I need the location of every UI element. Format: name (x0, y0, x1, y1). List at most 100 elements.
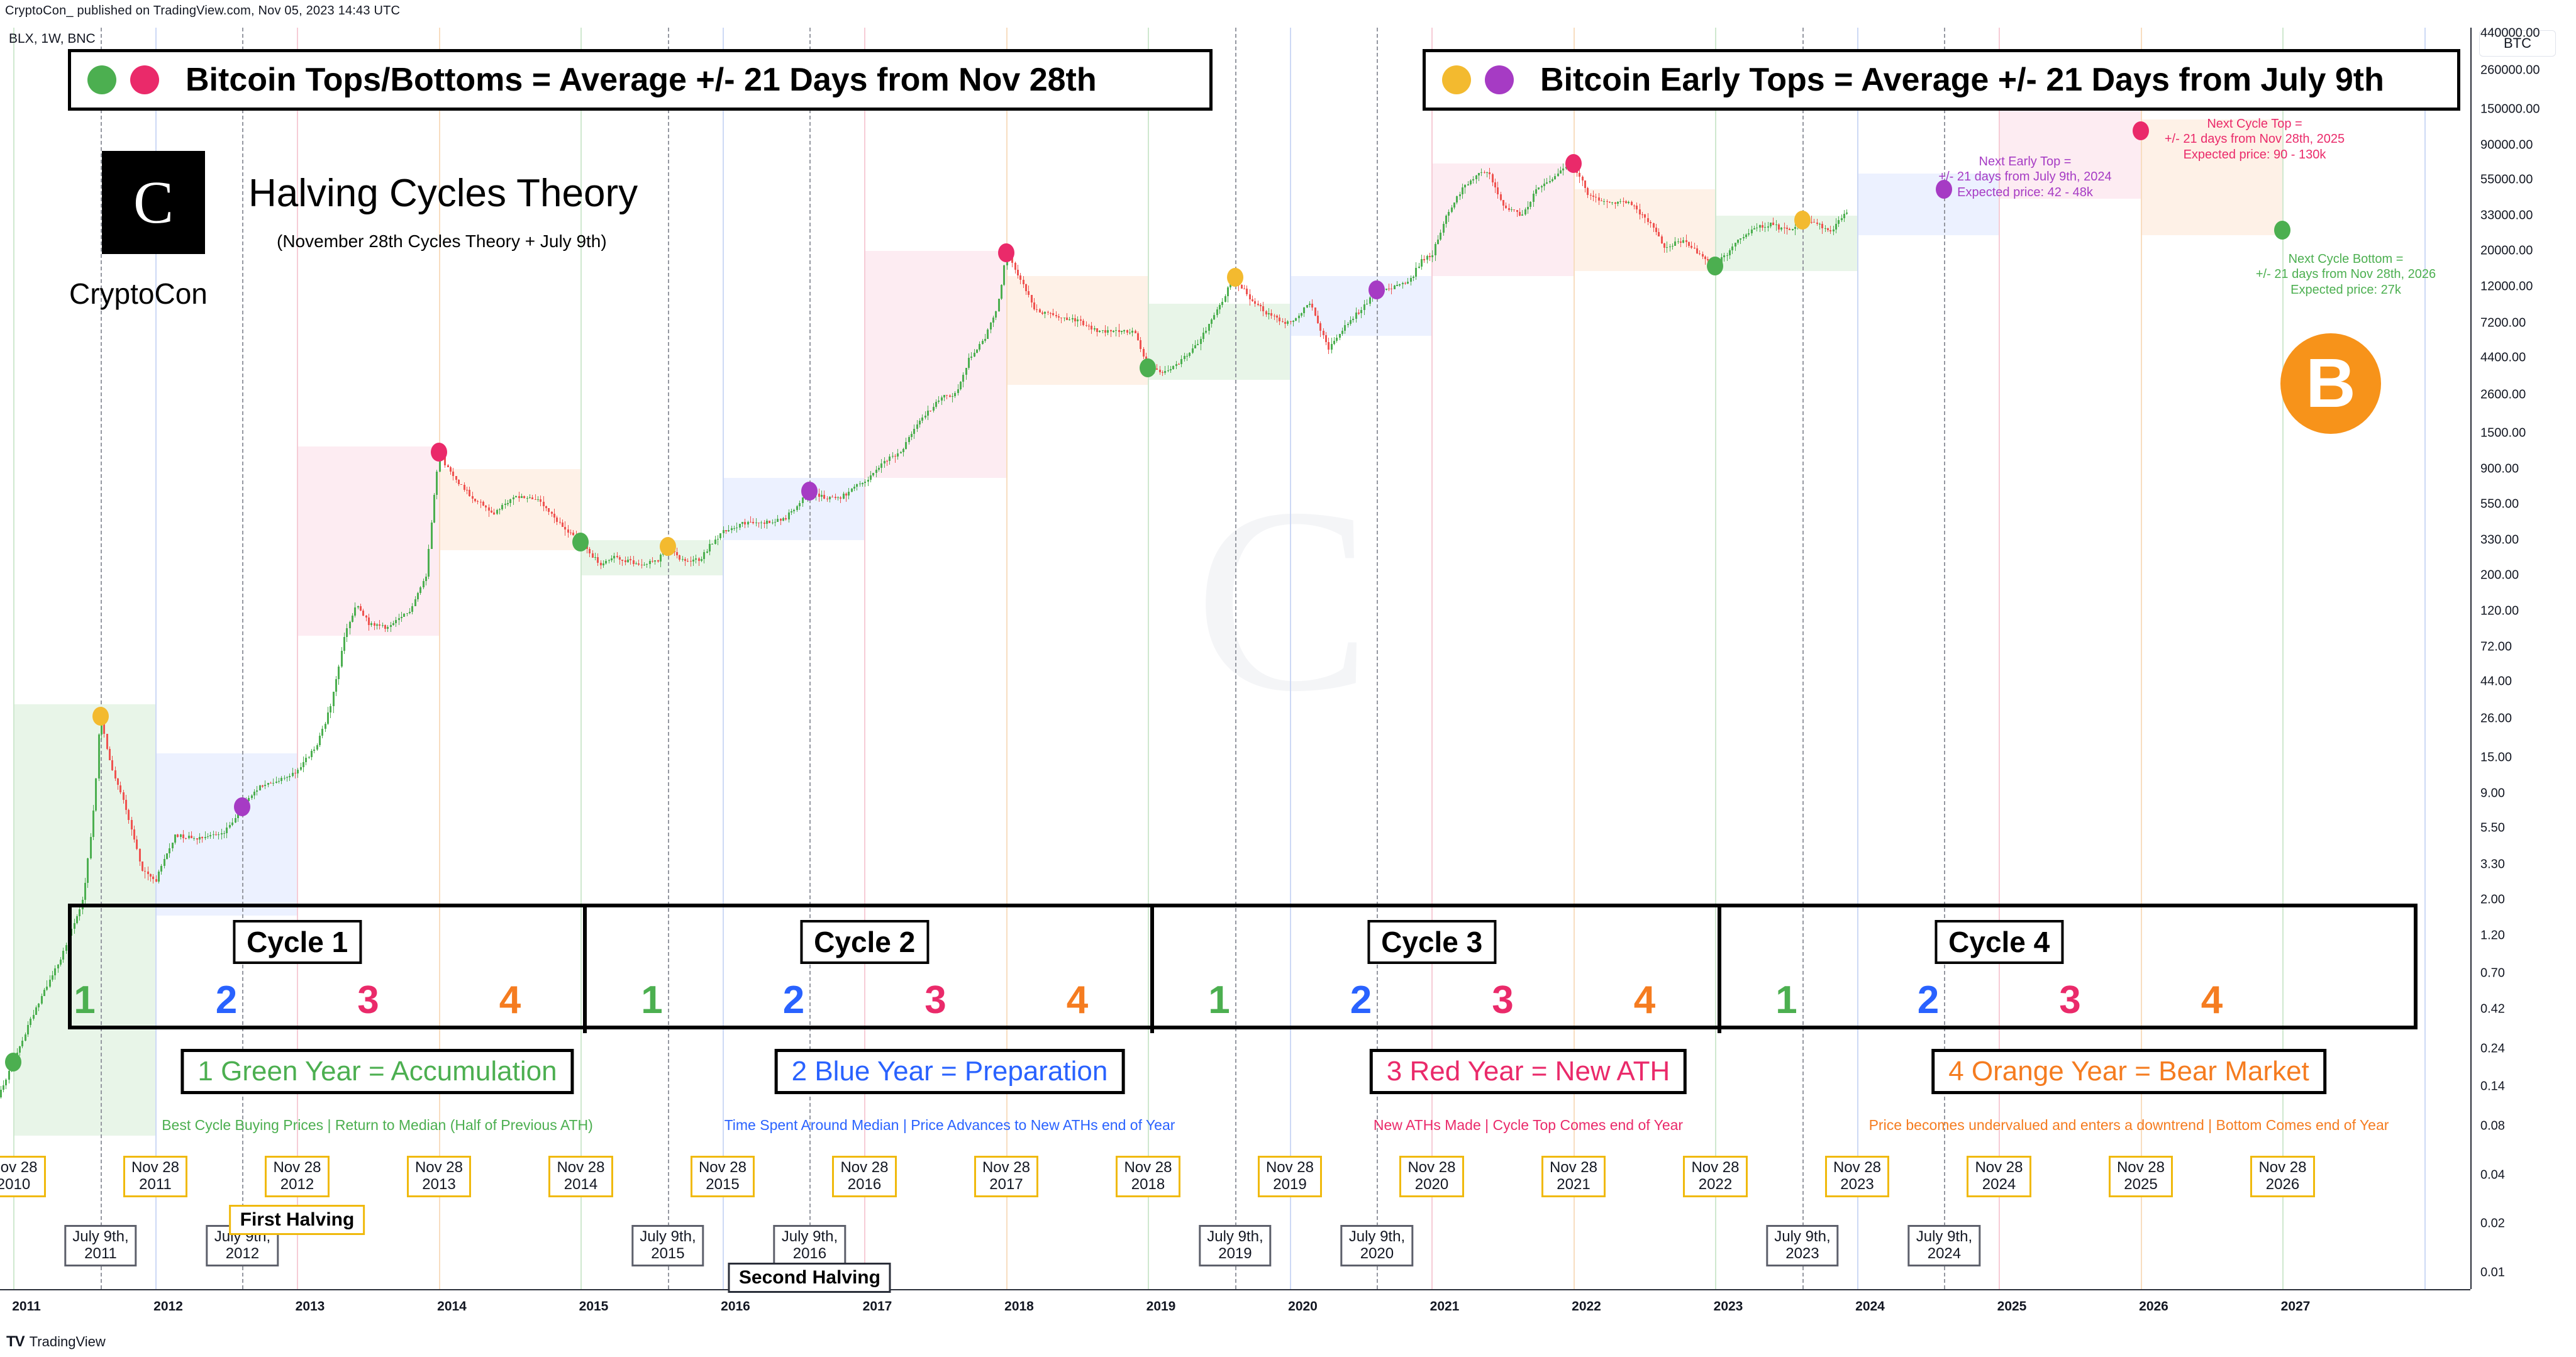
candle (1355, 307, 1357, 323)
marker-early_top[interactable] (801, 482, 818, 501)
nov28-date-label[interactable]: Nov 28 2016 (832, 1156, 897, 1197)
nov28-date-label[interactable]: Nov 28 2019 (1257, 1156, 1322, 1197)
candle (1611, 201, 1614, 205)
candle (1519, 208, 1521, 216)
marker-early_top[interactable] (92, 707, 109, 726)
candle (299, 762, 302, 772)
marker-bottom[interactable] (572, 533, 589, 552)
nov28-date-label[interactable]: Nov 28 2014 (548, 1156, 613, 1197)
price-tick: 72.00 (2480, 640, 2512, 654)
candle (92, 804, 94, 841)
nov28-date-label[interactable]: Nov 28 2017 (974, 1156, 1038, 1197)
candle (875, 466, 877, 477)
nov28-date-label[interactable]: Nov 28 2012 (265, 1156, 330, 1197)
candle (1652, 223, 1655, 232)
candle (564, 521, 567, 536)
candle (507, 499, 509, 507)
marker-forecast_top[interactable] (2132, 121, 2149, 141)
candle (1066, 313, 1069, 320)
candle (452, 468, 455, 481)
candle (711, 543, 714, 545)
candle (1112, 330, 1114, 333)
cryptocon-logo-glyph: C (133, 169, 174, 236)
nov28-date-label[interactable]: Nov 28 2023 (1824, 1156, 1889, 1197)
chart-canvas[interactable]: C (0, 28, 2470, 1289)
candle (1325, 332, 1328, 345)
marker-bottom[interactable] (1140, 358, 1157, 378)
candle (1142, 347, 1145, 359)
marker-bottom[interactable] (1707, 256, 1724, 275)
nov28-date-label[interactable]: Nov 28 2015 (690, 1156, 755, 1197)
marker-top[interactable] (430, 443, 447, 462)
july9-date-label[interactable]: July 9th, 2023 (1766, 1225, 1839, 1266)
candle (305, 753, 308, 765)
candle (158, 870, 160, 884)
marker-early_top[interactable] (659, 537, 676, 557)
nov28-date-label[interactable]: Nov 28 2013 (406, 1156, 471, 1197)
time-axis[interactable]: 2011 2012 2013 2014 2015 2016 2017 2018 2019 2020… (0, 1289, 2470, 1329)
candle (1252, 295, 1254, 302)
candle (1740, 238, 1742, 245)
candle (367, 613, 370, 631)
candle (1821, 221, 1824, 234)
candle (910, 431, 913, 440)
candle (987, 328, 989, 339)
candle (1350, 316, 1352, 326)
candle (119, 782, 122, 794)
candle (1415, 262, 1418, 280)
marker-early_top[interactable] (1794, 211, 1811, 230)
marker-early_top[interactable] (234, 797, 251, 816)
nov28-date-label[interactable]: Nov 28 2018 (1116, 1156, 1180, 1197)
nov28-date-label[interactable]: Nov 28 2011 (123, 1156, 187, 1197)
nov28-date-label[interactable]: Nov 28 2020 (1399, 1156, 1464, 1197)
second-halving-label[interactable]: Second Halving (728, 1263, 891, 1293)
candle (1469, 179, 1472, 186)
candle (95, 778, 97, 812)
candle (1532, 191, 1535, 207)
price-tick: 7200.00 (2480, 316, 2526, 330)
marker-early_top[interactable] (1368, 280, 1385, 300)
price-axis[interactable]: BTC 440000.00 260000.00 150000.00 90000.00 5… (2470, 26, 2576, 1289)
candle (187, 831, 190, 840)
july9-date-label[interactable]: July 9th, 2015 (631, 1225, 704, 1266)
candle (482, 501, 485, 506)
candle (1158, 366, 1161, 375)
marker-bottom[interactable] (5, 1052, 22, 1072)
first-halving-label[interactable]: First Halving (229, 1205, 365, 1235)
july9-date-label[interactable]: July 9th, 2020 (1340, 1225, 1414, 1266)
candle (397, 613, 400, 625)
nov28-date-label[interactable]: Nov 28 2026 (2250, 1156, 2315, 1197)
marker-top[interactable] (1565, 154, 1582, 174)
candle (1505, 202, 1507, 209)
marker-forecast_bottom[interactable] (2274, 220, 2291, 240)
candle (43, 988, 45, 997)
july9-date-label[interactable]: July 9th, 2024 (1907, 1225, 1981, 1266)
july9-date-label[interactable]: July 9th, 2016 (773, 1225, 847, 1266)
marker-top[interactable] (997, 243, 1014, 262)
nov28-date-label[interactable]: Nov 28 2010 (0, 1156, 46, 1197)
legend-early-tops-label: Bitcoin Early Tops = Average +/- 21 Days… (1540, 62, 2384, 98)
july9-date-label[interactable]: July 9th, 2011 (64, 1225, 137, 1266)
candle (114, 767, 116, 781)
nov28-gridline (1573, 28, 1575, 1289)
candle (561, 519, 564, 527)
candle (0, 1086, 2, 1099)
july9-date-label[interactable]: July 9th, 2019 (1199, 1225, 1272, 1266)
marker-early_top[interactable] (1226, 267, 1243, 287)
nov28-date-label[interactable]: Nov 28 2022 (1683, 1156, 1748, 1197)
nov28-date-label[interactable]: Nov 28 2024 (1967, 1156, 2031, 1197)
forecast-line: +/- 21 days from Nov 28th, 2025 (2164, 132, 2345, 147)
year-tick: 2012 (153, 1299, 183, 1314)
nov28-date-label[interactable]: Nov 28 2025 (2108, 1156, 2173, 1197)
price-tick: 0.42 (2480, 1002, 2505, 1016)
candle (1058, 314, 1060, 321)
candle (1265, 310, 1267, 318)
candle (348, 621, 351, 634)
candle (722, 526, 724, 538)
candle (387, 625, 389, 632)
nov28-date-label[interactable]: Nov 28 2021 (1541, 1156, 1606, 1197)
candle (681, 555, 684, 562)
candle (504, 499, 506, 509)
candle (635, 562, 637, 565)
cycle-year-zone (864, 251, 1007, 478)
